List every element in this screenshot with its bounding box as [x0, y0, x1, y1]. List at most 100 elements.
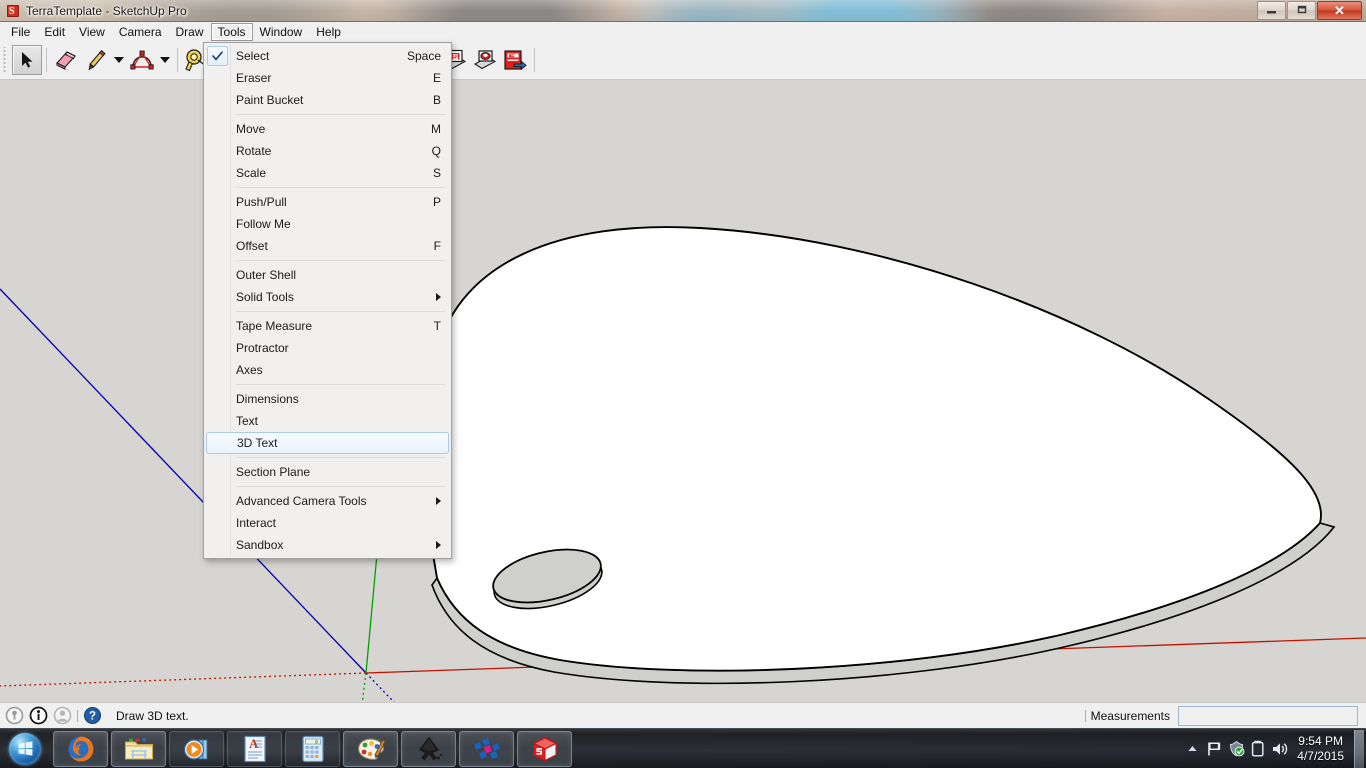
menu-item-shortcut: T [433, 319, 441, 333]
menu-item-text[interactable]: Text [204, 410, 451, 432]
menu-item-label: Protractor [236, 341, 289, 355]
menubar-item-view[interactable]: View [72, 23, 112, 41]
menu-item-axes[interactable]: Axes [204, 359, 451, 381]
pencil-icon [88, 50, 106, 71]
eraser-tool-button[interactable] [51, 45, 81, 75]
toolbar-separator [177, 48, 178, 72]
eraser-icon [56, 51, 76, 71]
geo-location-icon[interactable] [5, 706, 24, 725]
menu-item-label: Move [236, 122, 266, 136]
start-button[interactable] [0, 730, 50, 768]
taskbar-media-player-button[interactable] [169, 730, 224, 767]
menu-item-section-plane[interactable]: Section Plane [204, 461, 451, 483]
taskbar-firefox-button[interactable] [53, 730, 108, 767]
menubar-item-help[interactable]: Help [309, 23, 348, 41]
menu-item-label: Eraser [236, 71, 272, 85]
measurements-input[interactable] [1178, 705, 1358, 726]
volume-speaker-icon[interactable] [1269, 736, 1291, 762]
menu-item-rotate[interactable]: Rotate Q [204, 140, 451, 162]
taskbar-clock[interactable]: 9:54 PM 4/7/2015 [1297, 734, 1344, 764]
submenu-arrow-icon [436, 497, 441, 505]
menubar-item-window[interactable]: Window [253, 23, 310, 41]
menu-item-solid-tools[interactable]: Solid Tools [204, 286, 451, 308]
menubar-item-tools[interactable]: Tools [210, 22, 253, 41]
update-shield-icon[interactable] [1225, 736, 1247, 762]
menu-separator [236, 187, 445, 188]
checkmark-icon [207, 46, 228, 66]
sketchup-icon [532, 736, 557, 761]
inkscape-icon [418, 736, 442, 760]
menu-item-push-pull[interactable]: Push/Pull P [204, 191, 451, 213]
pencil-line-tool-button[interactable] [81, 45, 111, 75]
menu-item-label: Select [236, 49, 270, 63]
user-profile-icon[interactable] [53, 706, 72, 725]
show-hidden-icons-button[interactable] [1181, 736, 1203, 762]
menu-item-outer-shell[interactable]: Outer Shell [204, 264, 451, 286]
menu-item-paint-bucket[interactable]: Paint Bucket B [204, 89, 451, 111]
toolbar-grip-handle[interactable] [2, 47, 9, 73]
menu-item-dimensions[interactable]: Dimensions [204, 388, 451, 410]
taskbar-wordpad-button[interactable]: A [227, 730, 282, 767]
menu-item-tape-measure[interactable]: Tape Measure T [204, 315, 451, 337]
menu-item-label: Text [236, 414, 259, 428]
show-desktop-button[interactable] [1354, 729, 1364, 768]
menu-separator [236, 384, 445, 385]
taskbar-inkscape-button[interactable] [401, 730, 456, 767]
window-controls: ✕ [1257, 1, 1362, 20]
3d-warehouse-button[interactable] [470, 45, 500, 75]
select-tool-button[interactable] [12, 45, 42, 75]
credits-info-icon[interactable] [29, 706, 48, 725]
minimize-button[interactable] [1257, 1, 1286, 20]
menu-item-advanced-camera-tools[interactable]: Advanced Camera Tools [204, 490, 451, 512]
menu-item-select[interactable]: Select Space [204, 45, 451, 67]
tools-dropdown-menu: Select Space Eraser E Paint Bucket B Move M Rota… [203, 42, 452, 559]
menu-separator [236, 311, 445, 312]
close-button[interactable]: ✕ [1317, 1, 1362, 20]
svg-text:0: 0 [314, 739, 317, 745]
status-message: Draw 3D text. [116, 708, 189, 723]
shape-tools-dropdown-button[interactable] [157, 45, 173, 75]
menubar-item-edit[interactable]: Edit [37, 23, 72, 41]
arc-shape-tool-button[interactable] [127, 45, 157, 75]
menu-item-label: Rotate [236, 144, 272, 158]
toolbar-separator [534, 48, 535, 72]
window-title: TerraTemplate - SketchUp Pro [26, 3, 187, 18]
taskbar-file-explorer-button[interactable] [111, 730, 166, 767]
help-question-icon[interactable]: ? [83, 706, 102, 725]
taskbar-calculator-button[interactable]: 0 [285, 730, 340, 767]
menu-item-eraser[interactable]: Eraser E [204, 67, 451, 89]
menu-item-3d-text[interactable]: 3D Text [206, 432, 449, 454]
menu-item-label: Scale [236, 166, 267, 180]
menubar-item-draw[interactable]: Draw [169, 23, 211, 41]
wordpad-document-icon: A [243, 735, 266, 762]
menu-item-scale[interactable]: Scale S [204, 162, 451, 184]
menubar: File Edit View Camera Draw Tools Window Help [0, 22, 1366, 41]
menu-item-protractor[interactable]: Protractor [204, 337, 451, 359]
windows-taskbar: A 0 9:54 PM 4/7/2015 [0, 728, 1366, 768]
line-tools-dropdown-button[interactable] [111, 45, 127, 75]
taskbar-sketchup-button[interactable] [517, 730, 572, 767]
menu-item-label: Follow Me [236, 217, 291, 231]
layout-export-icon [504, 50, 527, 71]
battery-icon[interactable] [1247, 736, 1269, 762]
taskbar-nodes-app-button[interactable] [459, 730, 514, 767]
menu-item-sandbox[interactable]: Sandbox [204, 534, 451, 556]
menubar-item-camera[interactable]: Camera [112, 23, 169, 41]
chevron-down-icon [114, 57, 124, 63]
layout-export-button[interactable] [500, 45, 530, 75]
menubar-item-file[interactable]: File [4, 23, 37, 41]
menu-item-offset[interactable]: Offset F [204, 235, 451, 257]
menu-item-interact[interactable]: Interact [204, 512, 451, 534]
measurements-divider [1084, 709, 1086, 722]
taskbar-paint-button[interactable] [343, 730, 398, 767]
file-explorer-icon [124, 738, 153, 760]
action-center-flag-icon[interactable] [1203, 736, 1225, 762]
menu-separator [236, 457, 445, 458]
windows-media-player-icon [183, 738, 207, 760]
menu-item-move[interactable]: Move M [204, 118, 451, 140]
restore-button[interactable] [1287, 1, 1316, 20]
menu-item-label: Tape Measure [236, 319, 313, 333]
menu-item-label: Axes [236, 363, 263, 377]
menu-item-follow-me[interactable]: Follow Me [204, 213, 451, 235]
nodes-app-icon [473, 737, 500, 759]
